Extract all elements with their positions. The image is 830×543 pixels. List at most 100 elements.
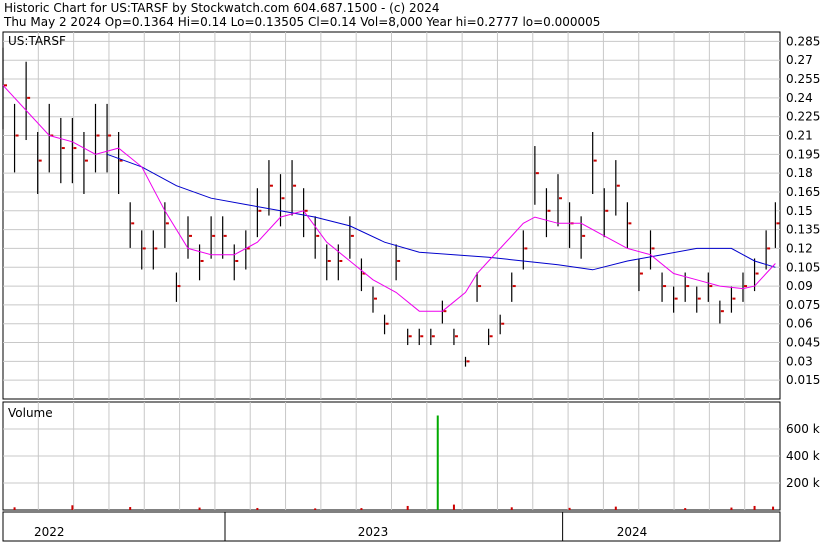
time-axis: 2022 2023 2024 <box>2 511 781 542</box>
volume-bar <box>13 507 16 510</box>
close-marker <box>454 335 458 338</box>
volume-bar <box>129 507 132 510</box>
volume-bar <box>510 507 513 510</box>
close-marker <box>374 297 377 300</box>
chart-canvas: Historic Chart for US:TARSF by Stockwatc… <box>0 0 830 543</box>
close-marker <box>639 272 643 275</box>
close-marker <box>4 84 7 87</box>
volume-bar <box>684 508 687 510</box>
close-marker <box>84 159 88 162</box>
close-marker <box>431 335 435 338</box>
price-tick-label: 0.21 <box>786 129 813 143</box>
volume-tick-label: 400 k <box>786 449 820 463</box>
price-panel: 0.285 0.27 0.255 0.24 0.225 0.21 0.195 0.18 0.16… <box>2 31 820 400</box>
close-marker <box>616 184 620 187</box>
close-marker <box>397 259 401 262</box>
time-axis-label: 2023 <box>358 525 389 539</box>
volume-bar <box>772 506 775 510</box>
close-marker <box>709 285 713 288</box>
close-marker <box>512 285 516 288</box>
close-marker <box>720 310 724 313</box>
close-marker <box>420 335 424 338</box>
volume-bar <box>360 508 363 510</box>
close-marker <box>281 197 285 200</box>
volume-panel: 600 k 400 k 200 k Volume <box>2 401 820 511</box>
price-tick-label: 0.195 <box>786 147 820 161</box>
close-marker <box>189 234 192 237</box>
volume-bar <box>256 507 259 510</box>
close-marker <box>61 147 65 150</box>
close-marker <box>547 209 551 212</box>
price-panel-title: US:TARSF <box>8 34 66 48</box>
close-marker <box>686 285 690 288</box>
volume-bar <box>730 507 733 510</box>
close-marker <box>327 259 331 262</box>
price-tick-label: 0.045 <box>786 336 820 350</box>
close-marker <box>489 335 493 338</box>
close-marker <box>142 247 146 250</box>
price-tick-label: 0.24 <box>786 91 813 105</box>
close-marker <box>501 322 505 325</box>
volume-bar <box>71 505 74 510</box>
close-marker <box>73 147 77 150</box>
volume-bar <box>198 507 201 510</box>
volume-bar <box>314 508 317 510</box>
close-marker <box>96 134 100 137</box>
price-tick-label: 0.015 <box>786 373 820 387</box>
price-tick-label: 0.03 <box>786 354 813 368</box>
time-axis-label: 2022 <box>34 525 65 539</box>
close-marker <box>582 234 586 237</box>
close-marker <box>535 172 539 175</box>
close-marker <box>235 259 239 262</box>
close-marker <box>732 297 736 300</box>
close-marker <box>755 272 759 275</box>
volume-spike-bar <box>436 415 439 510</box>
price-y-axis: 0.285 0.27 0.255 0.24 0.225 0.21 0.195 0.18 0.16… <box>786 34 820 387</box>
close-marker <box>350 234 354 237</box>
volume-tick-label: 600 k <box>786 422 820 436</box>
price-tick-label: 0.075 <box>786 298 820 312</box>
close-marker <box>339 259 343 262</box>
time-axis-frame <box>2 511 781 542</box>
close-marker <box>663 285 667 288</box>
volume-bar <box>406 505 409 510</box>
volume-bar <box>568 507 571 510</box>
close-marker <box>131 222 135 225</box>
volume-bar <box>614 506 617 510</box>
close-marker <box>177 285 181 288</box>
close-marker <box>776 222 780 225</box>
close-marker <box>200 259 204 262</box>
close-marker <box>408 335 412 338</box>
price-tick-label: 0.255 <box>786 72 820 86</box>
price-tick-label: 0.06 <box>786 317 813 331</box>
close-marker <box>478 285 482 288</box>
volume-panel-title: Volume <box>8 406 53 420</box>
close-marker <box>293 184 297 187</box>
price-tick-label: 0.15 <box>786 204 813 218</box>
volume-bar <box>753 505 756 510</box>
time-axis-label: 2024 <box>617 525 648 539</box>
close-marker <box>651 247 655 250</box>
close-marker <box>304 209 308 212</box>
close-marker <box>674 297 678 300</box>
close-marker <box>744 285 747 288</box>
price-tick-label: 0.225 <box>786 110 820 124</box>
close-marker <box>108 134 112 137</box>
close-marker <box>628 222 632 225</box>
close-marker <box>258 209 262 212</box>
close-marker <box>165 222 169 225</box>
price-tick-label: 0.18 <box>786 166 813 180</box>
close-marker <box>212 234 216 237</box>
close-marker <box>154 247 158 250</box>
close-marker <box>269 184 273 187</box>
close-marker <box>524 247 528 250</box>
price-tick-label: 0.165 <box>786 185 820 199</box>
price-tick-label: 0.27 <box>786 53 813 67</box>
close-marker <box>316 234 320 237</box>
close-marker <box>15 134 19 137</box>
price-tick-label: 0.105 <box>786 260 820 274</box>
price-tick-label: 0.09 <box>786 279 813 293</box>
price-tick-label: 0.12 <box>786 241 813 255</box>
close-marker <box>385 322 389 325</box>
close-marker <box>767 247 771 250</box>
